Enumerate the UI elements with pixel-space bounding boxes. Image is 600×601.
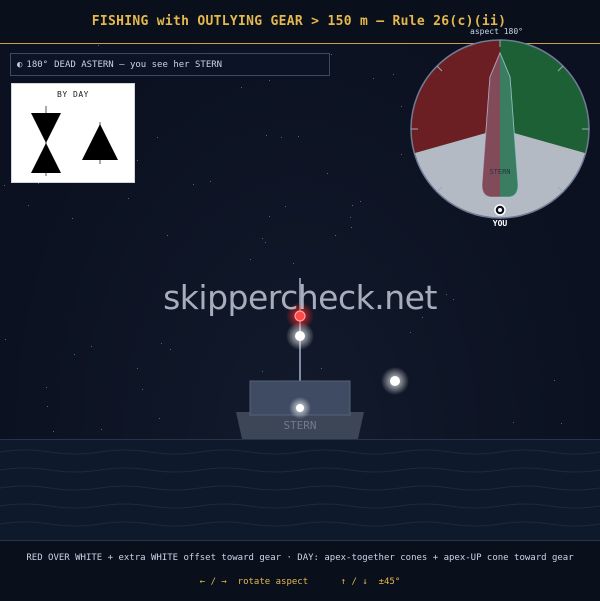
star — [373, 78, 374, 79]
star — [393, 74, 394, 75]
star — [137, 160, 138, 161]
star — [351, 227, 352, 228]
star — [101, 429, 102, 430]
page-title: FISHING with OUTLYING GEAR > 150 m — Rul… — [91, 14, 507, 29]
aspect-description: DEAD ASTERN — you see her STERN — [54, 59, 223, 70]
aspect-info-box: ◐ 180° DEAD ASTERN — you see her STERN — [10, 53, 330, 76]
star — [193, 184, 194, 185]
star — [210, 181, 211, 182]
star — [401, 154, 402, 155]
star — [250, 259, 251, 260]
star — [241, 87, 242, 88]
star — [47, 406, 48, 407]
star — [128, 198, 129, 199]
cone-apex-up-icon — [31, 143, 61, 173]
tilt-keys[interactable]: ↑ / ↓ — [341, 577, 368, 587]
star — [262, 238, 263, 239]
compass-icon: ◐ — [17, 59, 23, 70]
star — [298, 136, 299, 137]
aspect-degrees: 180° — [26, 59, 49, 70]
star — [266, 135, 267, 136]
rotate-keys[interactable]: ← / → — [200, 577, 227, 587]
gear-cone-apex-up-icon — [82, 124, 118, 160]
star — [5, 339, 6, 340]
tilt-label: ±45° — [378, 577, 401, 587]
outlying-gear-white-light — [390, 376, 400, 386]
star — [401, 106, 402, 107]
observer-label: YOU — [493, 219, 508, 228]
star — [360, 201, 361, 202]
star — [269, 80, 270, 81]
star — [98, 45, 99, 46]
star — [327, 173, 328, 174]
light-description: RED OVER WHITE + extra WHITE offset towa… — [26, 553, 574, 563]
star — [159, 418, 160, 419]
day-shapes-figure — [31, 106, 118, 176]
star — [74, 354, 75, 355]
star — [265, 242, 266, 243]
hull-label: STERN — [283, 419, 316, 432]
star — [281, 137, 282, 138]
star — [285, 206, 286, 207]
star — [554, 380, 555, 381]
star — [137, 368, 138, 369]
star — [561, 423, 562, 424]
star — [293, 263, 294, 264]
stern-white-light — [296, 404, 304, 412]
star — [335, 235, 336, 236]
star — [161, 343, 162, 344]
masthead-white-light — [295, 331, 305, 341]
star — [170, 349, 171, 350]
day-shapes-panel: BY DAY — [11, 83, 135, 183]
star — [352, 205, 353, 206]
star — [46, 387, 47, 388]
star — [38, 183, 39, 184]
star — [142, 389, 143, 390]
star — [269, 216, 270, 217]
star — [91, 346, 92, 347]
watermark: skippercheck.net — [163, 278, 437, 317]
star — [72, 218, 73, 219]
footer-bar: RED OVER WHITE + extra WHITE offset towa… — [0, 540, 600, 601]
star — [28, 205, 29, 206]
cone-apex-down-icon — [31, 113, 61, 143]
aspect-dial[interactable]: STERN YOU — [408, 37, 592, 233]
rotate-label: rotate aspect — [237, 577, 309, 587]
star — [167, 235, 168, 236]
sea-waves — [0, 449, 600, 527]
sea — [0, 439, 600, 541]
star — [4, 185, 5, 186]
dial-aspect-label: aspect 180° — [470, 27, 523, 36]
star — [157, 137, 158, 138]
star — [331, 54, 332, 55]
dial-vessel-label: STERN — [489, 168, 510, 176]
star — [513, 422, 514, 423]
star — [53, 431, 54, 432]
star — [350, 217, 351, 218]
keyboard-controls: ← / → rotate aspect ↑ / ↓ ±45° — [0, 577, 600, 587]
